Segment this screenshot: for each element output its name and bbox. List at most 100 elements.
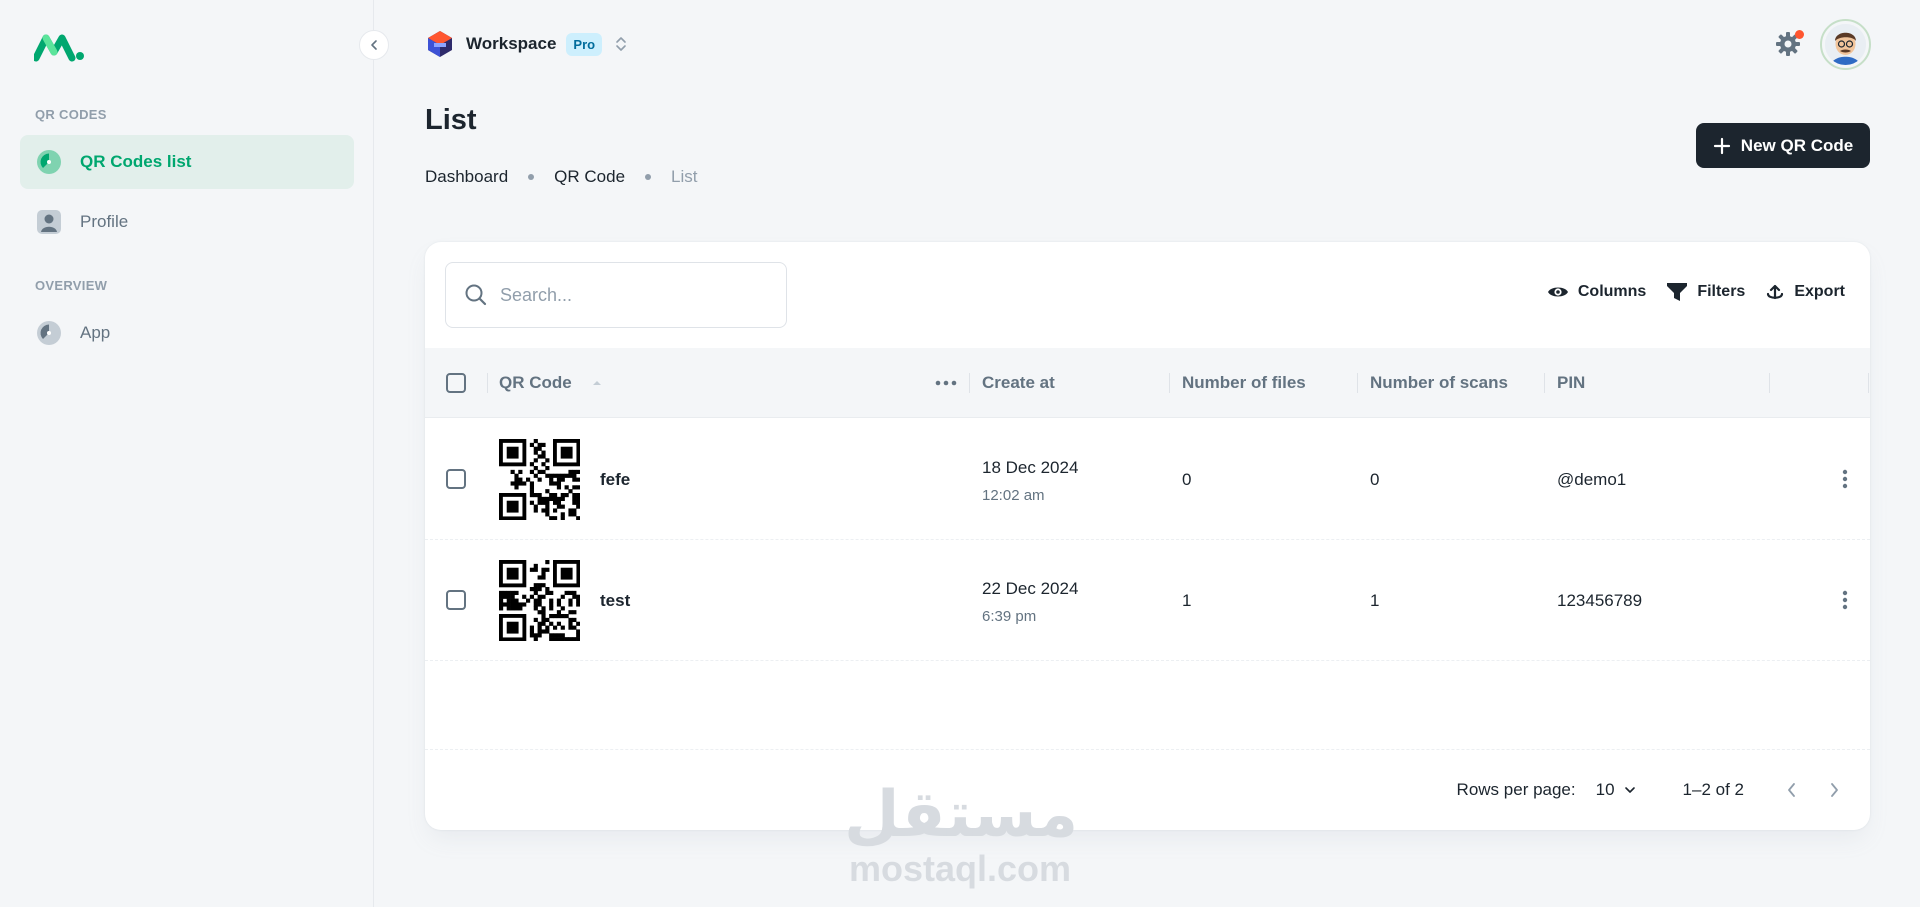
number-of-files: 1 [1182, 591, 1192, 610]
column-menu-button[interactable] [935, 348, 957, 418]
filter-icon [1667, 283, 1688, 301]
select-all-checkbox[interactable] [446, 373, 466, 393]
previous-page-button[interactable] [1780, 778, 1804, 802]
breadcrumb-separator [645, 174, 652, 180]
qr-code-name[interactable]: fefe [600, 470, 630, 490]
rows-per-page-select[interactable]: 10 [1596, 780, 1637, 800]
dashboard-gauge-icon [36, 320, 62, 346]
column-header-number-of-scans[interactable]: Number of scans [1370, 348, 1508, 418]
breadcrumb-current: List [671, 167, 698, 186]
chevron-right-icon [1831, 783, 1838, 797]
column-separator [969, 373, 970, 393]
number-of-scans: 0 [1370, 470, 1380, 489]
table-toolbar: Columns Filters Export [1547, 282, 1845, 302]
create-date: 18 Dec 2024 [982, 458, 1079, 477]
pin-value: 123456789 [1557, 591, 1643, 610]
sidebar-item-app[interactable]: App [20, 306, 354, 360]
column-separator [487, 373, 488, 393]
create-date: 22 Dec 2024 [982, 579, 1079, 598]
breadcrumb: Dashboard QR Code List [425, 167, 698, 187]
plus-icon [1713, 137, 1730, 154]
nav-subheader-qr-codes: QR CODES [35, 107, 107, 122]
search-icon [465, 284, 487, 306]
column-separator [1769, 373, 1770, 393]
pagination-range: 1–2 of 2 [1682, 780, 1744, 799]
table-row[interactable]: fefe 18 Dec 2024 12:02 am 0 0 @demo1 [425, 419, 1870, 540]
column-header-create-at[interactable]: Create at [982, 348, 1055, 418]
sort-arrow-icon [592, 381, 601, 385]
avatar [1825, 24, 1866, 65]
number-of-files: 0 [1182, 470, 1192, 489]
table-row[interactable]: test 22 Dec 2024 6:39 pm 1 1 123456789 [425, 540, 1870, 661]
workspace-switcher[interactable]: Workspace Pro [426, 28, 628, 60]
sidebar-item-label: App [80, 323, 111, 342]
breadcrumb-qr-code[interactable]: QR Code [554, 167, 625, 187]
export-icon [1767, 284, 1784, 300]
row-actions-button[interactable] [1833, 588, 1857, 612]
next-page-button[interactable] [1822, 778, 1846, 802]
new-qr-code-label: New QR Code [1740, 135, 1854, 155]
column-header-number-of-files[interactable]: Number of files [1182, 348, 1306, 418]
more-vertical-icon [1842, 590, 1848, 610]
watermark-latin: mostaql.com [848, 848, 1072, 889]
more-vertical-icon [1842, 469, 1848, 489]
settings-button[interactable] [1772, 28, 1804, 60]
sidebar-item-profile[interactable]: Profile [20, 195, 354, 249]
qr-code-name[interactable]: test [600, 591, 630, 611]
more-horizontal-icon [935, 380, 957, 386]
sidebar: QR CODES QR Codes list Profile OVERVIEW [0, 0, 374, 907]
rows-per-page-value: 10 [1595, 780, 1615, 799]
search-input[interactable] [500, 284, 770, 306]
avatar-button[interactable] [1820, 19, 1871, 70]
search-field[interactable] [445, 262, 787, 328]
chevron-left-icon [1788, 783, 1795, 797]
user-profile-icon [36, 209, 62, 235]
row-actions-button[interactable] [1833, 467, 1857, 491]
qr-code-table-card: Columns Filters Export QR Code [425, 242, 1870, 830]
workspace-name: Workspace [466, 34, 557, 53]
pagination: Rows per page: 10 1–2 of 2 [1457, 778, 1846, 802]
breadcrumb-separator [528, 174, 535, 180]
export-label: Export [1794, 283, 1845, 300]
create-time: 12:02 am [982, 487, 1045, 504]
column-separator [1544, 373, 1545, 393]
nav-subheader-overview: OVERVIEW [35, 278, 108, 293]
chevron-down-icon [1624, 787, 1635, 793]
export-button[interactable]: Export [1765, 282, 1845, 302]
dashboard-gauge-icon [36, 149, 62, 175]
workspace-logo-icon [428, 31, 452, 57]
columns-button[interactable]: Columns [1547, 283, 1646, 301]
page-title: List [425, 104, 477, 136]
number-of-scans: 1 [1370, 591, 1380, 610]
table-footer-divider [425, 749, 1870, 750]
rows-per-page-label: Rows per page: [1456, 780, 1576, 799]
sidebar-item-label: QR Codes list [80, 152, 192, 171]
breadcrumb-dashboard[interactable]: Dashboard [425, 167, 508, 187]
column-separator [1868, 373, 1869, 393]
plan-badge: Pro [566, 32, 603, 56]
columns-label: Columns [1577, 283, 1647, 300]
app-logo[interactable] [34, 32, 86, 64]
qr-code-image [499, 439, 580, 520]
qr-code-image [499, 560, 580, 641]
sidebar-item-qr-codes-list[interactable]: QR Codes list [20, 135, 354, 189]
column-separator [1357, 373, 1358, 393]
collapse-sidebar-button[interactable] [359, 30, 389, 60]
column-header-label: QR Code [499, 373, 572, 392]
chevron-left-icon [371, 40, 377, 50]
row-checkbox[interactable] [446, 469, 466, 489]
row-checkbox[interactable] [446, 590, 466, 610]
pin-value: @demo1 [1557, 470, 1627, 489]
column-separator [1169, 373, 1170, 393]
eye-icon [1547, 287, 1568, 297]
new-qr-code-button[interactable]: New QR Code [1696, 123, 1870, 168]
column-header-qr-code[interactable]: QR Code [499, 348, 604, 418]
notification-dot [1795, 30, 1804, 39]
filters-button[interactable]: Filters [1666, 282, 1745, 302]
sidebar-item-label: Profile [80, 212, 129, 231]
create-time: 6:39 pm [982, 608, 1037, 625]
column-header-pin[interactable]: PIN [1557, 348, 1585, 418]
filters-label: Filters [1697, 283, 1746, 300]
chevron-up-down-icon [616, 37, 626, 51]
table-header: QR Code Create at Number of files Number… [425, 348, 1870, 418]
